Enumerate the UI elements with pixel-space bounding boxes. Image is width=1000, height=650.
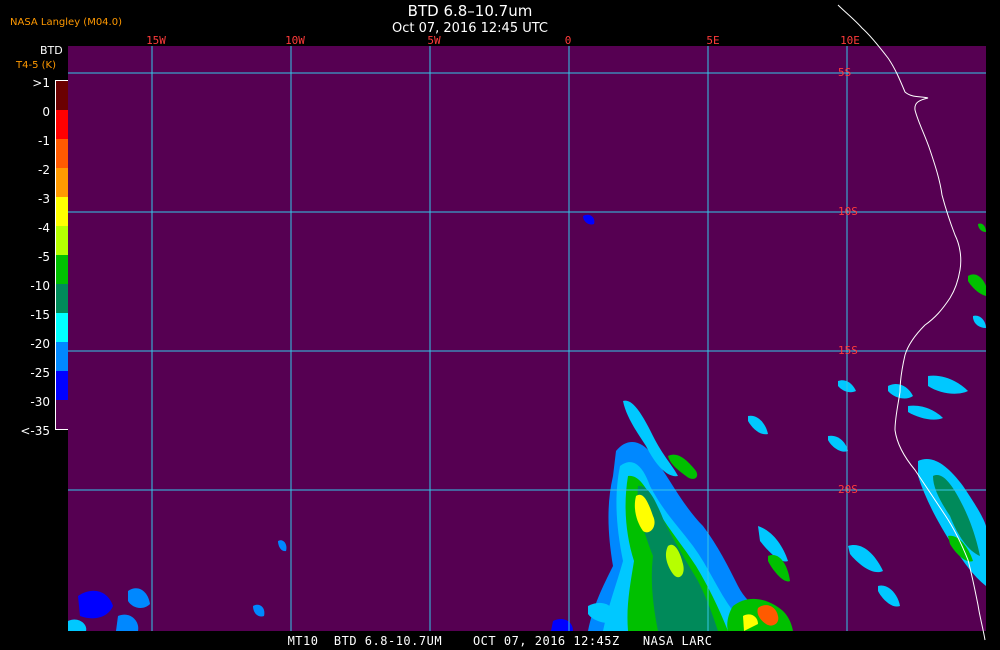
colorbar-tick-label: <-35 <box>20 424 50 438</box>
colorbar-tick-label: -3 <box>38 192 50 206</box>
colorbar-tick-label: -2 <box>38 163 50 177</box>
colorbar-tick-label: -30 <box>30 395 50 409</box>
longitude-label: 10W <box>285 34 305 47</box>
longitude-label: 0 <box>564 34 572 47</box>
longitude-label: 5W <box>427 34 441 47</box>
colorbar-tick-label: -25 <box>30 366 50 380</box>
colorbar-tick-label: -20 <box>30 337 50 351</box>
latitude-label: 15S <box>838 344 858 357</box>
cloud-features <box>68 214 986 631</box>
graticule <box>68 46 986 631</box>
colorbar-tick-label: 0 <box>42 105 50 119</box>
longitude-label: 5E <box>706 34 720 47</box>
colorbar-tick-label: -4 <box>38 221 50 235</box>
colorbar-tick-label: -5 <box>38 250 50 264</box>
map-layer <box>68 46 986 631</box>
satellite-map[interactable] <box>68 46 986 631</box>
datetime-label: Oct 07, 2016 12:45 UTC <box>392 21 548 36</box>
colorbar-tick-label: -1 <box>38 134 50 148</box>
colorbar-tick-label: >1 <box>32 76 50 90</box>
colorbar-label: BTD <box>40 44 63 57</box>
latitude-label: 20S <box>838 483 858 496</box>
colorbar-tick-label: -15 <box>30 308 50 322</box>
longitude-label: 15W <box>146 34 166 47</box>
colorbar-tick-label: -10 <box>30 279 50 293</box>
latitude-label: 10S <box>838 205 858 218</box>
latitude-label: 5S <box>838 66 852 79</box>
product-title: BTD 6.8–10.7um <box>407 2 533 20</box>
colorbar-units: T4-5 (K) <box>16 60 56 71</box>
longitude-label: 10E <box>840 34 860 47</box>
footer-caption: MT10 BTD 6.8-10.7UM OCT 07, 2016 12:45Z … <box>287 634 713 648</box>
